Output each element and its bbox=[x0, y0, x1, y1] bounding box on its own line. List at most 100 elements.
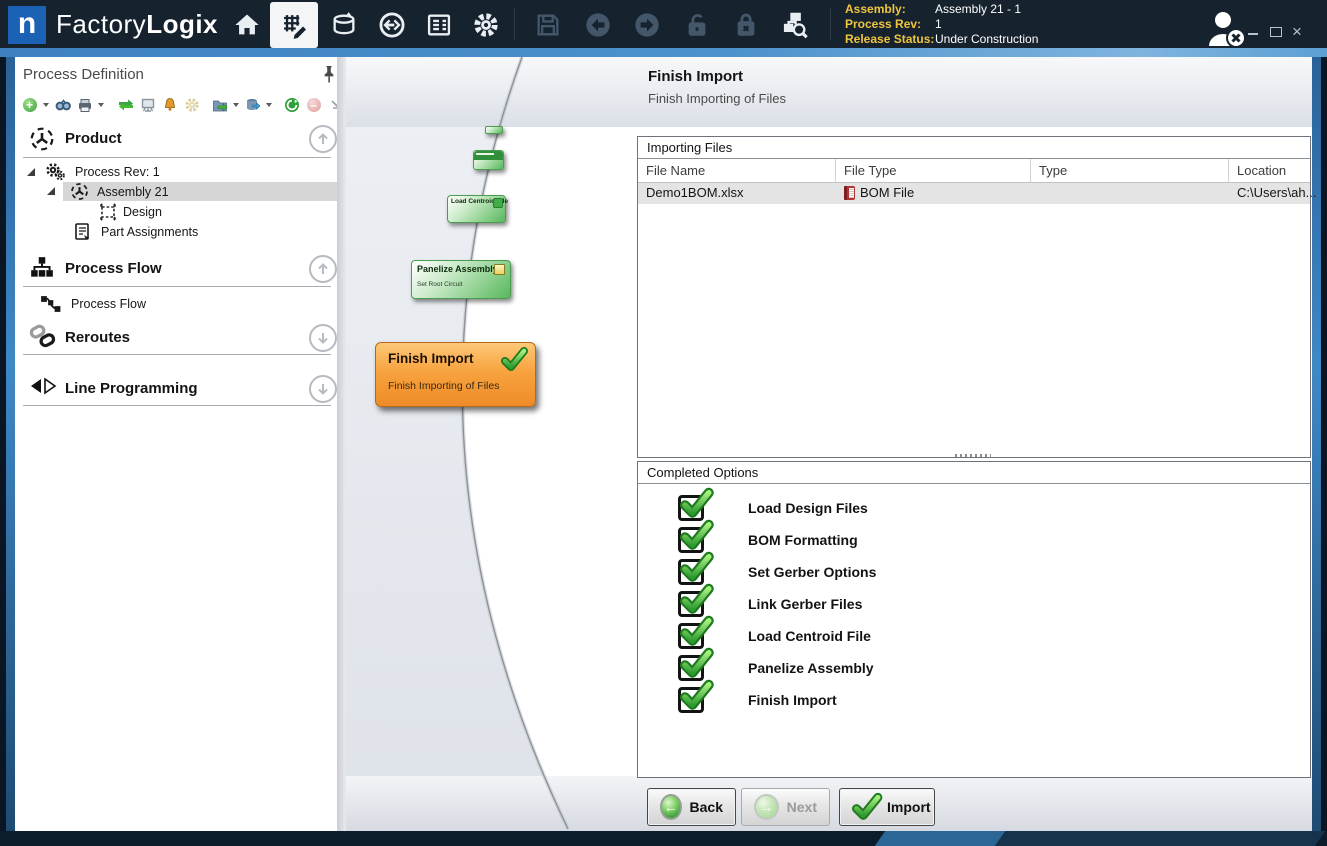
import-label: Import bbox=[887, 799, 931, 815]
option-label: Link Gerber Files bbox=[748, 596, 862, 612]
wizard-step-link-gerber[interactable] bbox=[473, 150, 504, 170]
export-button[interactable] bbox=[211, 97, 228, 114]
column-location[interactable]: Location bbox=[1229, 159, 1310, 183]
expand-line-programming-button[interactable] bbox=[309, 375, 337, 403]
sidebar-toolbar: + bbox=[21, 93, 344, 117]
design-icon bbox=[99, 203, 117, 221]
home-button[interactable] bbox=[231, 9, 263, 41]
frame-streak bbox=[995, 831, 1326, 846]
check-icon bbox=[678, 527, 704, 553]
cell-file-name: Demo1BOM.xlsx bbox=[638, 182, 836, 204]
check-icon bbox=[678, 495, 704, 521]
collapse-process-flow-button[interactable] bbox=[309, 255, 337, 283]
close-button[interactable]: × bbox=[1292, 25, 1302, 39]
back-circle-icon bbox=[584, 11, 612, 39]
completed-option: Set Gerber Options bbox=[678, 559, 876, 585]
wizard-subtitle: Finish Importing of Files bbox=[648, 91, 786, 106]
completed-options-group: Completed Options Load Design Files BOM … bbox=[637, 461, 1311, 778]
sidebar-section-process-flow[interactable]: Process Flow bbox=[65, 260, 162, 277]
sidebar-section-reroutes[interactable]: Reroutes bbox=[65, 329, 130, 346]
toolbar-separator bbox=[514, 8, 515, 40]
user-logout-button[interactable] bbox=[1203, 8, 1253, 48]
collapse-product-button[interactable] bbox=[309, 125, 337, 153]
print-button[interactable] bbox=[76, 97, 93, 114]
assembly-label: Assembly: bbox=[845, 2, 931, 17]
toolbar-separator bbox=[830, 8, 831, 40]
completed-option: Panelize Assembly bbox=[678, 655, 874, 681]
sidebar-section-line-programming[interactable]: Line Programming bbox=[65, 380, 198, 397]
maximize-button[interactable] bbox=[1270, 27, 1282, 37]
wizard-step-distant[interactable] bbox=[485, 126, 503, 134]
line-programming-icon bbox=[29, 374, 57, 400]
product-icon bbox=[29, 126, 55, 152]
minimize-button[interactable] bbox=[1248, 33, 1258, 35]
export-dropdown-caret-icon[interactable] bbox=[233, 103, 239, 107]
release-status-value: Under Construction bbox=[935, 32, 1038, 47]
wizard-step-finish-import-active[interactable]: Finish Import Finish Importing of Files bbox=[375, 342, 536, 407]
window-frame-right-inner bbox=[1312, 57, 1321, 831]
import-wizard-panel: Finish Import Finish Importing of Files … bbox=[346, 57, 1312, 831]
board-button[interactable] bbox=[139, 97, 156, 114]
data-button[interactable] bbox=[328, 9, 360, 41]
column-file-name[interactable]: File Name bbox=[638, 159, 836, 183]
check-icon bbox=[678, 655, 704, 681]
tree-item-part-assignments[interactable]: Part Assignments bbox=[101, 225, 198, 239]
process-definition-button[interactable] bbox=[278, 9, 310, 41]
back-label: Back bbox=[690, 799, 723, 815]
step-icon bbox=[493, 198, 503, 208]
column-type[interactable]: Type bbox=[1031, 159, 1229, 183]
import-db-button[interactable] bbox=[244, 97, 261, 114]
column-file-type[interactable]: File Type bbox=[836, 159, 1031, 183]
panel-splitter[interactable] bbox=[337, 57, 346, 831]
table-row[interactable]: Demo1BOM.xlsx BOM File C:\Users\ah... bbox=[638, 182, 1310, 204]
bell-button[interactable] bbox=[161, 97, 178, 114]
grid-pencil-icon bbox=[280, 11, 308, 39]
save-button[interactable] bbox=[532, 9, 564, 41]
settings-button[interactable] bbox=[470, 9, 502, 41]
option-label: BOM Formatting bbox=[748, 532, 858, 548]
process-search-button[interactable] bbox=[779, 9, 811, 41]
print-dropdown-caret-icon[interactable] bbox=[98, 103, 104, 107]
undo-button[interactable] bbox=[582, 9, 614, 41]
pin-icon[interactable] bbox=[321, 65, 337, 83]
remove-disabled-button[interactable]: – bbox=[305, 97, 322, 114]
redo-button[interactable] bbox=[631, 9, 663, 41]
brand-name: FactoryLogix bbox=[56, 7, 218, 41]
sidebar-section-product[interactable]: Product bbox=[65, 130, 122, 147]
expander-assembly[interactable] bbox=[47, 187, 55, 195]
cell-location: C:\Users\ah... bbox=[1229, 182, 1316, 204]
tree-item-assembly[interactable]: Assembly 21 bbox=[97, 185, 169, 199]
window-frame-bottom bbox=[0, 831, 1327, 846]
add-button[interactable]: + bbox=[21, 97, 38, 114]
wizard-step-panelize[interactable]: Panelize Assembly Set Root Circuit bbox=[411, 260, 511, 299]
expand-reroutes-button[interactable] bbox=[309, 324, 337, 352]
gear-disabled-button[interactable] bbox=[183, 97, 200, 114]
documents-button[interactable] bbox=[423, 9, 455, 41]
sync-button[interactable] bbox=[376, 9, 408, 41]
part-assignments-icon bbox=[73, 222, 92, 241]
exchange-button[interactable] bbox=[117, 97, 134, 114]
flow-search-icon bbox=[781, 11, 809, 39]
release-status-label: Release Status: bbox=[845, 32, 931, 47]
tree-item-process-flow[interactable]: Process Flow bbox=[71, 297, 146, 311]
expander-process-rev[interactable] bbox=[27, 168, 35, 176]
next-label: Next bbox=[787, 799, 817, 815]
step-icon bbox=[494, 264, 505, 275]
window-frame-right bbox=[1321, 57, 1327, 831]
unlock-button[interactable] bbox=[681, 9, 713, 41]
lock-x-icon bbox=[732, 11, 760, 39]
refresh-button[interactable] bbox=[283, 97, 300, 114]
add-dropdown-caret-icon[interactable] bbox=[43, 103, 49, 107]
tree-item-design[interactable]: Design bbox=[123, 205, 162, 219]
horizontal-splitter[interactable] bbox=[955, 454, 991, 457]
back-button[interactable]: ← Back bbox=[647, 788, 736, 826]
lock-release-button[interactable] bbox=[730, 9, 762, 41]
import-dropdown-caret-icon[interactable] bbox=[266, 103, 272, 107]
next-button[interactable]: → Next bbox=[741, 788, 830, 826]
import-button[interactable]: Import bbox=[839, 788, 935, 826]
process-rev-icon bbox=[45, 162, 65, 182]
wizard-step-load-centroid[interactable]: Load Centroid File bbox=[447, 195, 506, 223]
completed-option: Finish Import bbox=[678, 687, 837, 713]
tree-item-process-rev[interactable]: Process Rev: 1 bbox=[75, 165, 160, 179]
find-button[interactable] bbox=[54, 97, 71, 114]
